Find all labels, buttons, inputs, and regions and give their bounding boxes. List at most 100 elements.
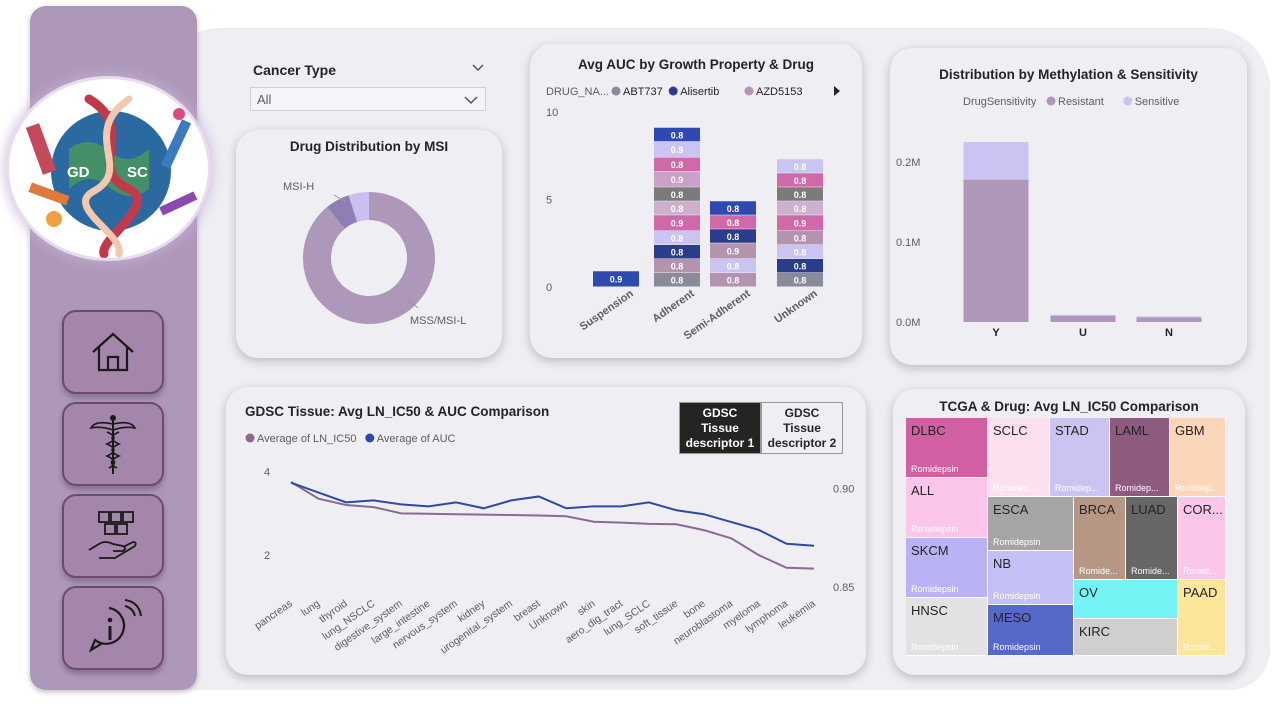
y-tick-label: 0.0M — [896, 317, 920, 329]
treemap-cell[interactable]: BRCA Romide... — [1074, 497, 1126, 580]
y-right-tick: 0.85 — [833, 582, 854, 594]
cancer-type-dropdown[interactable]: All — [250, 87, 486, 111]
caduceus-icon — [89, 415, 137, 474]
x-tick-label: Suspension — [578, 287, 636, 333]
bar-data-label: 0.8 — [727, 276, 740, 286]
treemap-cell[interactable]: STAD Romidep... — [1050, 418, 1110, 497]
legend-item: Resistant — [1058, 96, 1104, 108]
bar-segment — [1050, 314, 1116, 316]
treemap-cell[interactable]: SKCM Romidepsin — [906, 538, 988, 598]
bar-data-label: 0.8 — [727, 204, 740, 214]
bar-data-label: 0.8 — [671, 130, 684, 140]
bar-data-label: 0.8 — [671, 190, 684, 200]
treemap-cell[interactable]: OV — [1074, 580, 1178, 619]
y-tick-label: 0.2M — [896, 157, 920, 169]
treemap-cell-label: LUAD — [1131, 502, 1166, 517]
treemap-cell[interactable]: DLBC Romidepsin — [906, 418, 988, 478]
treemap-cell-sublabel: Romidep... — [1055, 483, 1099, 493]
treemap-cell-label: SCLC — [993, 423, 1028, 438]
treemap-cell-sublabel: Romidep... — [1115, 483, 1159, 493]
medical-button[interactable] — [62, 402, 164, 486]
treemap-cell[interactable]: ALL Romidepsin — [906, 478, 988, 538]
legend-item: Sensitive — [1135, 96, 1180, 108]
methylation-bar-chart: DrugSensitivity Resistant Sensitive 0.2M 0.1… — [896, 96, 1202, 339]
svg-text:GD: GD — [67, 164, 90, 181]
treemap-cell-label: KIRC — [1079, 624, 1111, 639]
treemap-cell-sublabel: Romid... — [1183, 566, 1217, 576]
treemap-cell[interactable]: GBM Romidep... — [1170, 418, 1226, 497]
bar-data-label: 0.8 — [794, 234, 807, 244]
legend-item: Average of AUC — [377, 433, 456, 445]
bar-segment — [1136, 317, 1202, 322]
bar-data-label: 0.9 — [794, 219, 807, 229]
treemap-cell[interactable]: COR... Romid... — [1178, 497, 1226, 580]
treemap-cell-label: OV — [1079, 585, 1098, 600]
bar-data-label: 0.8 — [671, 234, 684, 244]
treemap-cell[interactable]: LUAD Romide... — [1126, 497, 1178, 580]
y-tick-label: 5 — [546, 195, 552, 207]
legend-marker — [245, 433, 255, 443]
hand-boxes-icon — [88, 511, 137, 559]
bar-data-label: 0.9 — [727, 247, 740, 257]
tissue-descriptor-1-button[interactable]: GDSC Tissue descriptor 1 — [679, 402, 761, 454]
info-button[interactable] — [62, 586, 164, 670]
treemap-cell-label: DLBC — [911, 423, 946, 438]
bar-data-label: 0.8 — [671, 248, 684, 258]
treemap-cell-sublabel: Romidepsin — [911, 464, 959, 474]
auc-bar-card: Avg AUC by Growth Property & Drug DRUG_N… — [530, 44, 862, 358]
bar-data-label: 0.9 — [671, 145, 684, 155]
treemap-cell-label: HNSC — [911, 603, 948, 618]
legend-marker — [365, 433, 375, 443]
tcga-chart-title: TCGA & Drug: Avg LN_IC50 Comparison — [939, 399, 1199, 414]
treemap-cell-label: MESO — [993, 610, 1032, 625]
bar-segment — [963, 179, 1029, 322]
treemap-cell-label: BRCA — [1079, 502, 1116, 517]
y-left-tick: 2 — [264, 550, 270, 562]
series-line — [290, 481, 815, 570]
treemap-cell-sublabel: Romidepsin — [911, 524, 959, 534]
x-tick-label: pancreas — [252, 598, 294, 633]
treemap-cell-label: GBM — [1175, 423, 1205, 438]
legend-item: Average of LN_IC50 — [257, 433, 356, 445]
legend-title: DrugSensitivity — [963, 96, 1037, 108]
bar-data-label: 0.8 — [671, 204, 684, 214]
bar-data-label: 0.8 — [794, 204, 807, 214]
x-tick-label: Unknown — [772, 287, 820, 325]
treemap-cell-label: STAD — [1055, 423, 1089, 438]
chevron-down-icon — [464, 96, 478, 105]
x-tick-label: U — [1079, 327, 1087, 339]
tissue-descriptor-2-button[interactable]: GDSC Tissue descriptor 2 — [761, 402, 843, 454]
treemap-cell[interactable]: NB Romidepsin — [988, 551, 1074, 605]
bar-data-label: 0.8 — [671, 160, 684, 170]
cancer-type-value: All — [257, 92, 272, 107]
treemap-cell[interactable]: HNSC Romidepsin — [906, 598, 988, 656]
bar-data-label: 0.9 — [671, 219, 684, 229]
bar-data-label: 0.8 — [794, 176, 807, 186]
auc-stacked-bar-chart: DRUG_NA... ABT737 Alisertib AZD5153 10 5 0 0.9 S… — [546, 86, 840, 342]
bar-data-label: 0.8 — [794, 276, 807, 286]
treemap-cell-sublabel: Romid... — [1183, 642, 1217, 652]
treemap-cell-sublabel: Romidepsin — [993, 537, 1041, 547]
drug-delivery-button[interactable] — [62, 494, 164, 578]
bar-data-label: 0.8 — [794, 190, 807, 200]
bar-segment — [1136, 316, 1202, 318]
legend-marker — [744, 86, 754, 96]
treemap-cell[interactable]: LAML Romidep... — [1110, 418, 1170, 497]
x-tick-label: Adherent — [650, 287, 697, 325]
treemap-cell-label: SKCM — [911, 543, 949, 558]
legend-title: DRUG_NA... — [546, 86, 609, 98]
slicer-collapse-icon[interactable] — [470, 60, 486, 74]
treemap-cell[interactable]: KIRC — [1074, 619, 1178, 656]
treemap-cell[interactable]: PAAD Romid... — [1178, 580, 1226, 656]
methylation-card: Distribution by Methylation & Sensitivit… — [890, 48, 1247, 365]
y-left-tick: 4 — [264, 467, 270, 479]
bar-data-label: 0.8 — [794, 162, 807, 172]
home-button[interactable] — [62, 310, 164, 394]
treemap-cell[interactable]: ESCA Romidepsin — [988, 497, 1074, 551]
bar-data-label: 0.9 — [610, 275, 623, 285]
cancer-type-label: Cancer Type — [253, 62, 336, 78]
treemap-cell[interactable]: MESO Romidepsin — [988, 605, 1074, 656]
treemap-cell-sublabel: Romidep... — [993, 483, 1037, 493]
tcga-treemap: DLBC Romidepsin SCLC Romidep... STAD Romidep.… — [906, 418, 1226, 656]
treemap-cell[interactable]: SCLC Romidep... — [988, 418, 1050, 497]
